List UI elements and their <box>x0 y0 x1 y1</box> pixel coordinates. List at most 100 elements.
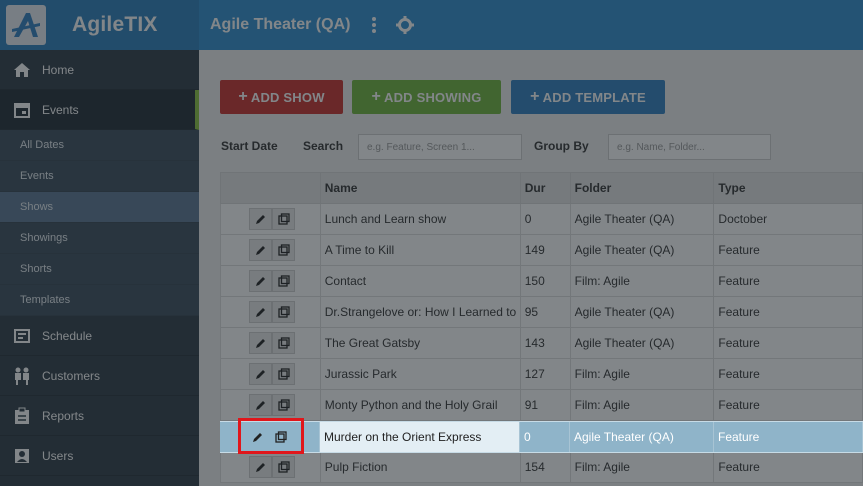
row-actions <box>220 451 321 483</box>
table-row[interactable]: The Great Gatsby 143 Agile Theater (QA) Fea… <box>220 327 863 359</box>
highlighted-table-row[interactable]: Murder on the Orient Express 0 Agile The… <box>220 421 863 453</box>
cell-name: Jurassic Park <box>319 358 521 390</box>
cell-name: The Great Gatsby <box>319 327 521 359</box>
edit-pencil-icon[interactable] <box>249 394 273 416</box>
add-template-button[interactable]: + ADD TEMPLATE <box>511 80 665 114</box>
table-row[interactable]: Dr.Strangelove or: How I Learned to 95 Agi… <box>220 296 863 328</box>
start-date-label[interactable]: Start Date <box>221 139 278 153</box>
cell-type: Feature <box>714 422 863 452</box>
copy-icon[interactable] <box>272 332 296 354</box>
row-actions <box>220 203 321 235</box>
calendar-icon <box>12 100 32 120</box>
cell-name: Dr.Strangelove or: How I Learned to <box>319 296 521 328</box>
cell-type: Feature <box>713 389 863 421</box>
cell-folder: Film: Agile <box>569 451 715 483</box>
sidebar-item-schedule[interactable]: Schedule <box>0 316 199 356</box>
cell-dur: 150 <box>519 265 571 297</box>
column-header-dur[interactable]: Dur <box>519 172 571 204</box>
sidebar-item-customers[interactable]: Customers <box>0 356 199 396</box>
plus-icon: + <box>238 88 248 105</box>
plus-icon: + <box>530 88 540 105</box>
row-actions <box>220 265 321 297</box>
group-by-input[interactable]: e.g. Name, Folder... <box>608 134 771 160</box>
cell-name: Murder on the Orient Express <box>320 422 520 452</box>
table-row[interactable]: Lunch and Learn show 0 Agile Theater (QA) D… <box>220 203 863 235</box>
sidebar-item-users[interactable]: Users <box>0 436 199 476</box>
edit-pencil-icon[interactable] <box>249 332 273 354</box>
sidebar-item-label: Events <box>42 102 79 117</box>
column-header-folder[interactable]: Folder <box>569 172 715 204</box>
column-header-type[interactable]: Type <box>713 172 863 204</box>
row-actions <box>220 358 321 390</box>
copy-icon[interactable] <box>272 208 296 230</box>
venue-title[interactable]: Agile Theater (QA) <box>210 16 350 34</box>
schedule-icon <box>12 326 32 346</box>
edit-pencil-icon[interactable] <box>249 301 273 323</box>
subnav-shorts[interactable]: Shorts <box>0 254 199 285</box>
table-header-row: Name Dur Folder Type <box>220 172 863 204</box>
cell-folder: Film: Agile <box>569 265 715 297</box>
clipboard-icon <box>12 406 32 426</box>
table-row[interactable]: A Time to Kill 149 Agile Theater (QA) Featu… <box>220 234 863 266</box>
cell-folder: Film: Agile <box>569 358 715 390</box>
cell-dur: 91 <box>519 389 571 421</box>
cell-folder: Agile Theater (QA) <box>569 203 715 235</box>
sidebar-item-label: Reports <box>42 408 85 423</box>
edit-pencil-icon[interactable] <box>249 239 273 261</box>
table-row[interactable]: Jurassic Park 127 Film: Agile Feature <box>220 358 863 390</box>
brand[interactable]: AgileTIX <box>0 0 199 50</box>
plus-icon: + <box>371 88 381 105</box>
sidebar-item-label: Schedule <box>42 328 93 343</box>
cell-dur: 154 <box>519 451 571 483</box>
copy-icon[interactable] <box>272 239 296 261</box>
subnav-templates[interactable]: Templates <box>0 285 199 316</box>
copy-icon[interactable] <box>272 363 296 385</box>
gear-icon[interactable] <box>396 16 415 34</box>
group-by-label: Group By <box>534 139 589 153</box>
subnav-showings[interactable]: Showings <box>0 223 199 254</box>
copy-icon[interactable] <box>272 394 296 416</box>
cell-type: Feature <box>713 234 863 266</box>
sidebar-item-reports[interactable]: Reports <box>0 396 199 436</box>
cell-name: Contact <box>319 265 521 297</box>
home-icon <box>12 60 32 80</box>
table-row[interactable]: Monty Python and the Holy Grail 91 Film: A… <box>220 389 863 421</box>
row-actions <box>220 296 321 328</box>
copy-icon[interactable] <box>272 456 296 478</box>
cell-dur: 149 <box>519 234 571 266</box>
edit-pencil-icon[interactable] <box>249 208 273 230</box>
cell-folder: Agile Theater (QA) <box>569 327 715 359</box>
cell-type: Feature <box>713 327 863 359</box>
cell-type: Feature <box>713 265 863 297</box>
column-header-name[interactable]: Name <box>319 172 521 204</box>
top-header: AgileTIX Agile Theater (QA) <box>0 0 863 50</box>
edit-pencil-icon[interactable] <box>249 456 273 478</box>
cell-name: Lunch and Learn show <box>319 203 521 235</box>
edit-pencil-icon[interactable] <box>249 270 273 292</box>
row-actions <box>220 327 321 359</box>
sidebar-item-label: Home <box>42 62 75 77</box>
table-row[interactable]: Pulp Fiction 154 Film: Agile Feature <box>220 451 863 483</box>
sidebar-item-events[interactable]: Events <box>0 90 199 130</box>
subnav-all-dates[interactable]: All Dates <box>0 130 199 161</box>
row-actions <box>220 234 321 266</box>
sidebar-item-label: Customers <box>42 368 101 383</box>
cell-folder: Agile Theater (QA) <box>569 296 715 328</box>
search-input[interactable]: e.g. Feature, Screen 1... <box>358 134 522 160</box>
cell-dur: 0 <box>520 422 570 452</box>
more-vert-icon[interactable] <box>372 17 377 33</box>
cell-name: A Time to Kill <box>319 234 521 266</box>
cell-name: Monty Python and the Holy Grail <box>319 389 521 421</box>
focus-highlight-box <box>238 418 304 454</box>
cell-dur: 127 <box>519 358 571 390</box>
edit-pencil-icon[interactable] <box>249 363 273 385</box>
subnav-shows[interactable]: Shows <box>0 192 199 223</box>
sidebar-item-home[interactable]: Home <box>0 50 199 90</box>
subnav-events[interactable]: Events <box>0 161 199 192</box>
add-show-button[interactable]: + ADD SHOW <box>220 80 343 114</box>
table-row[interactable]: Contact 150 Film: Agile Feature <box>220 265 863 297</box>
copy-icon[interactable] <box>272 301 296 323</box>
add-showing-button[interactable]: + ADD SHOWING <box>352 80 501 114</box>
agiletix-logo-icon <box>6 5 46 45</box>
copy-icon[interactable] <box>272 270 296 292</box>
